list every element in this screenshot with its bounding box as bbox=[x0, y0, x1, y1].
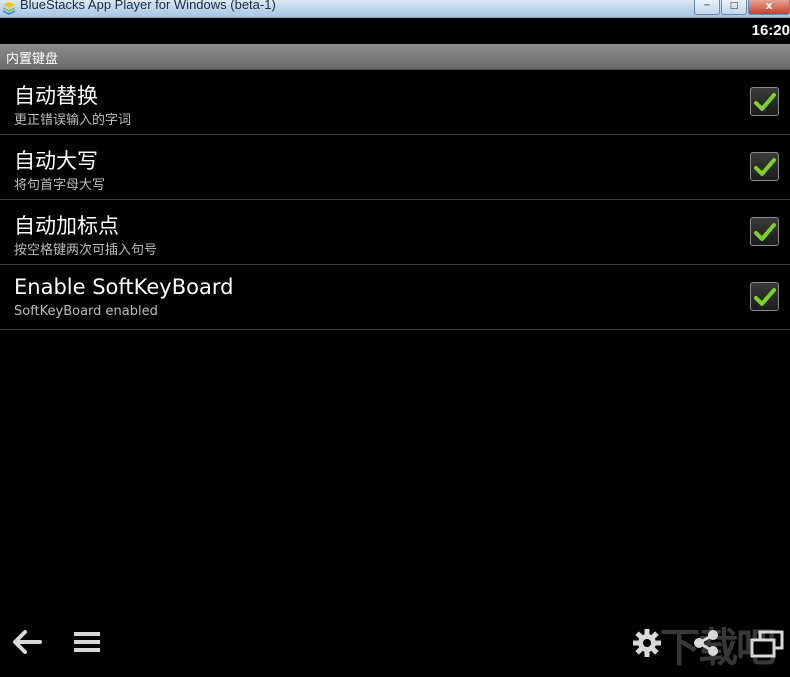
maximize-button[interactable]: □ bbox=[721, 0, 747, 15]
settings-icon[interactable] bbox=[632, 628, 662, 658]
share-icon[interactable] bbox=[692, 629, 720, 657]
pref-item-auto-replace[interactable]: 自动替换 更正错误输入的字词 bbox=[0, 70, 790, 135]
pref-summary: 更正错误输入的字词 bbox=[14, 113, 132, 128]
check-icon bbox=[754, 223, 776, 241]
back-icon[interactable] bbox=[10, 627, 44, 657]
window-controls: ─ □ x bbox=[693, 0, 790, 15]
pref-item-auto-punctuate[interactable]: 自动加标点 按空格键两次可插入句号 bbox=[0, 200, 790, 265]
page-title: 内置键盘 bbox=[6, 52, 59, 67]
pref-checkbox[interactable] bbox=[750, 87, 779, 116]
status-clock: 16:20 bbox=[751, 22, 790, 39]
close-button[interactable]: x bbox=[748, 0, 790, 15]
check-icon bbox=[754, 93, 776, 111]
page-header: 内置键盘 bbox=[0, 44, 790, 70]
minimize-button[interactable]: ─ bbox=[694, 0, 720, 15]
pref-item-auto-capitalize[interactable]: 自动大写 将句首字母大写 bbox=[0, 135, 790, 200]
menu-icon[interactable] bbox=[72, 630, 102, 654]
pref-summary: 按空格键两次可插入句号 bbox=[14, 243, 158, 258]
pref-summary: SoftKeyBoard enabled bbox=[14, 304, 158, 319]
bottom-navigation-bar bbox=[0, 612, 790, 677]
check-icon bbox=[754, 288, 776, 306]
pref-checkbox[interactable] bbox=[750, 217, 779, 246]
bluestacks-logo-icon bbox=[2, 2, 16, 15]
pref-checkbox[interactable] bbox=[750, 282, 779, 311]
preference-list: 自动替换 更正错误输入的字词 自动大写 将句首字母大写 自动加标点 按空格键两次… bbox=[0, 70, 790, 330]
window-title: BlueStacks App Player for Windows (beta-… bbox=[20, 0, 276, 12]
pref-title: 自动大写 bbox=[14, 149, 98, 173]
pref-title: 自动加标点 bbox=[14, 214, 119, 238]
window-title-bar: BlueStacks App Player for Windows (beta-… bbox=[0, 0, 790, 18]
fullscreen-icon[interactable] bbox=[750, 630, 784, 658]
status-bar: 16:20 bbox=[0, 18, 790, 43]
pref-title: 自动替换 bbox=[14, 84, 98, 108]
pref-title: Enable SoftKeyBoard bbox=[14, 275, 234, 299]
check-icon bbox=[754, 158, 776, 176]
pref-summary: 将句首字母大写 bbox=[14, 178, 106, 193]
pref-checkbox[interactable] bbox=[750, 152, 779, 181]
pref-item-enable-softkeyboard[interactable]: Enable SoftKeyBoard SoftKeyBoard enabled bbox=[0, 265, 790, 330]
